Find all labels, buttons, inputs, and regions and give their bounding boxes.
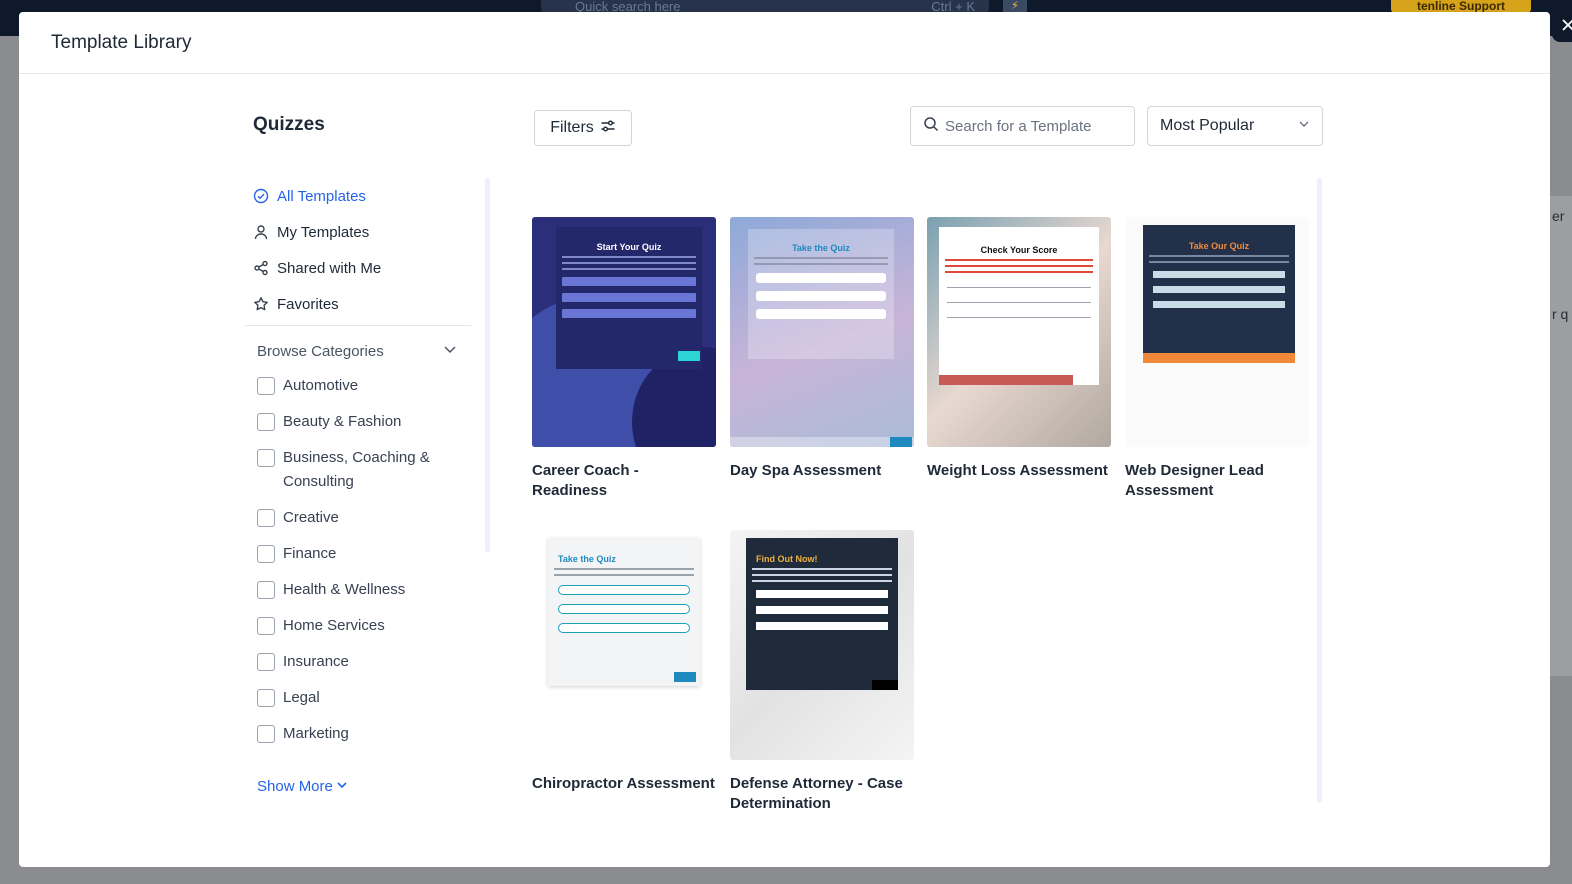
chevron-down-icon: [333, 778, 348, 795]
filters-label: Filters: [550, 119, 594, 136]
sliders-icon: [594, 118, 616, 139]
category-label: Home Services: [283, 617, 385, 634]
category-checkbox[interactable]: [257, 377, 275, 395]
category-label: Beauty & Fashion: [283, 413, 402, 430]
thumbnail-heading: Check Your Score: [980, 245, 1058, 255]
template-search-input[interactable]: [945, 117, 1125, 135]
thumbnail-heading: Find Out Now!: [756, 554, 818, 564]
show-more-link[interactable]: Show More: [257, 778, 348, 795]
close-modal-button[interactable]: [1552, 12, 1572, 42]
category-insurance[interactable]: Insurance: [257, 650, 457, 674]
nav-item-label: Favorites: [277, 295, 339, 313]
template-title: Web Designer Lead Assessment: [1125, 462, 1264, 499]
sidebar-nav: All Templates My Templates Shared with M…: [253, 178, 483, 322]
template-title: Chiropractor Assessment: [532, 775, 715, 792]
app-right-strip-text: r q: [1552, 306, 1569, 322]
template-thumbnail: Take the Quiz: [532, 530, 716, 760]
category-label: Marketing: [283, 725, 349, 742]
template-search[interactable]: [910, 106, 1135, 146]
category-checkbox[interactable]: [257, 653, 275, 671]
nav-item-label: Shared with Me: [277, 259, 382, 277]
thumbnail-heading: Take the Quiz: [558, 554, 616, 564]
category-checkbox[interactable]: [257, 581, 275, 599]
thumbnail-heading: Take Our Quiz: [1188, 241, 1250, 251]
category-marketing[interactable]: Marketing: [257, 722, 457, 746]
thumbnail-next-button: [678, 351, 700, 361]
sort-select-value: Most Popular: [1160, 117, 1255, 134]
sidebar-title: Quizzes: [253, 114, 325, 135]
category-beauty-fashion[interactable]: Beauty & Fashion: [257, 410, 457, 434]
category-label: Automotive: [283, 377, 359, 394]
template-grid-scrollbar[interactable]: [1317, 178, 1322, 803]
category-checkbox[interactable]: [257, 689, 275, 707]
show-more-label: Show More: [257, 778, 333, 795]
nav-item-favorites[interactable]: Favorites: [253, 286, 483, 322]
template-title: Day Spa Assessment: [730, 462, 882, 479]
template-thumbnail: Find Out Now!: [730, 530, 914, 760]
category-home-services[interactable]: Home Services: [257, 614, 457, 638]
thumbnail-heading: Start Your Quiz: [596, 242, 662, 252]
category-checkbox[interactable]: [257, 617, 275, 635]
template-library-modal: Template Library Quizzes All Templates M…: [19, 12, 1572, 867]
sidebar-scrollbar[interactable]: [485, 178, 490, 552]
category-list: Automotive Beauty & Fashion Business, Co…: [257, 374, 457, 758]
category-automotive[interactable]: Automotive: [257, 374, 457, 398]
modal-header: Template Library: [19, 12, 1550, 74]
user-icon: [253, 224, 269, 240]
chevron-down-icon: [1298, 117, 1310, 135]
category-label: Insurance: [283, 653, 349, 670]
browse-categories-label: Browse Categories: [257, 342, 384, 360]
category-health-wellness[interactable]: Health & Wellness: [257, 578, 457, 602]
category-label: Health & Wellness: [283, 581, 406, 598]
browse-categories-toggle[interactable]: Browse Categories: [257, 342, 457, 360]
template-title: Defense Attorney - Case Determination: [730, 775, 903, 812]
modal-title: Template Library: [51, 31, 192, 53]
template-card-web-designer[interactable]: Take Our Quiz Web Designer Lead Assessme…: [1125, 217, 1309, 501]
template-card-weight-loss[interactable]: Check Your Score Weight Loss Assessment: [927, 217, 1111, 481]
template-thumbnail: Take Our Quiz: [1125, 217, 1309, 447]
nav-item-label: My Templates: [277, 223, 370, 241]
template-thumbnail: Take the Quiz: [730, 217, 914, 447]
category-label: Business, Coaching & Consulting: [283, 449, 430, 490]
check-circle-icon: [253, 188, 269, 204]
sidebar-divider: [245, 325, 471, 326]
share-icon: [253, 260, 269, 276]
nav-item-shared-with-me[interactable]: Shared with Me: [253, 250, 483, 286]
category-label: Creative: [283, 509, 339, 526]
nav-item-all-templates[interactable]: All Templates: [253, 178, 483, 214]
category-label: Finance: [283, 545, 337, 562]
nav-item-my-templates[interactable]: My Templates: [253, 214, 483, 250]
app-right-strip-text: er: [1552, 208, 1565, 224]
sort-select[interactable]: Most Popular: [1147, 106, 1323, 146]
category-checkbox[interactable]: [257, 413, 275, 431]
category-checkbox[interactable]: [257, 545, 275, 563]
chevron-down-icon: [443, 342, 457, 360]
category-legal[interactable]: Legal: [257, 686, 457, 710]
category-checkbox[interactable]: [257, 509, 275, 527]
thumbnail-heading: Take the Quiz: [792, 243, 850, 253]
category-finance[interactable]: Finance: [257, 542, 457, 566]
category-creative[interactable]: Creative: [257, 506, 457, 530]
thumbnail-next-button: [890, 437, 912, 447]
search-icon: [923, 116, 945, 137]
template-thumbnail: Check Your Score: [927, 217, 1111, 447]
thumbnail-next-button: [872, 680, 898, 690]
template-card-chiropractor[interactable]: Take the Quiz Chiropractor Assessment: [532, 530, 716, 794]
category-label: Legal: [283, 689, 320, 706]
template-card-day-spa[interactable]: Take the Quiz Day Spa Assessment: [730, 217, 914, 481]
nav-item-label: All Templates: [277, 187, 366, 205]
template-title: Weight Loss Assessment: [927, 462, 1108, 479]
category-business-coaching-consulting[interactable]: Business, Coaching & Consulting: [257, 446, 457, 494]
template-title: Career Coach - Readiness: [532, 462, 639, 499]
star-icon: [253, 296, 269, 312]
template-thumbnail: Start Your Quiz: [532, 217, 716, 447]
filters-button[interactable]: Filters: [534, 110, 632, 146]
category-checkbox[interactable]: [257, 449, 275, 467]
thumbnail-next-button: [674, 672, 696, 682]
close-icon: [1561, 18, 1572, 37]
app-right-strip: er r q: [1550, 196, 1572, 676]
template-card-defense-attorney[interactable]: Find Out Now! Defense Attorney - Case De…: [730, 530, 914, 814]
template-card-career-coach[interactable]: Start Your Quiz Career Coach - Readiness: [532, 217, 716, 501]
category-checkbox[interactable]: [257, 725, 275, 743]
